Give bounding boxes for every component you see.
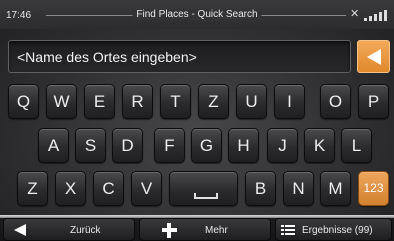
clock: 17:46 <box>6 10 32 21</box>
numeric-mode-key[interactable]: 123 <box>358 171 389 206</box>
more-label: Mehr <box>205 225 228 236</box>
key-x[interactable]: X <box>55 171 86 206</box>
key-e[interactable]: E <box>84 84 115 119</box>
back-label: Zurück <box>70 225 101 236</box>
key-f[interactable]: F <box>154 128 185 163</box>
key-o[interactable]: O <box>320 84 351 119</box>
key-b[interactable]: B <box>245 171 276 206</box>
results-label: Ergebnisse (99) <box>302 225 373 236</box>
key-u[interactable]: U <box>236 84 267 119</box>
key-c[interactable]: C <box>93 171 124 206</box>
key-h[interactable]: H <box>228 128 259 163</box>
signal-bar <box>374 14 377 21</box>
results-button[interactable]: Ergebnisse (99) <box>275 218 392 241</box>
key-l[interactable]: L <box>341 128 372 163</box>
backspace-button[interactable] <box>357 40 390 73</box>
signal-bar <box>379 12 382 21</box>
quick-search-screen: 17:46 Find Places - Quick Search ✕ Q W E… <box>0 0 394 241</box>
key-r[interactable]: R <box>122 84 153 119</box>
satellite-icon: ✕ <box>350 8 360 20</box>
plus-icon <box>162 223 177 238</box>
key-n[interactable]: N <box>283 171 314 206</box>
backspace-arrow-icon <box>367 49 381 65</box>
space-bar-icon <box>194 193 218 199</box>
key-t[interactable]: T <box>160 84 191 119</box>
list-icon <box>281 225 295 235</box>
search-field[interactable] <box>8 40 351 73</box>
bottom-bar: Zurück Mehr Ergebnisse (99) <box>0 215 394 241</box>
signal-bar <box>384 10 387 21</box>
key-v[interactable]: V <box>131 171 162 206</box>
key-m[interactable]: M <box>320 171 351 206</box>
key-z[interactable]: Z <box>198 84 229 119</box>
back-button[interactable]: Zurück <box>3 218 135 241</box>
search-input[interactable] <box>17 49 342 65</box>
key-g[interactable]: G <box>191 128 222 163</box>
key-p[interactable]: P <box>358 84 389 119</box>
more-button[interactable]: Mehr <box>139 218 271 241</box>
signal-bars-icon <box>364 18 367 21</box>
space-key[interactable] <box>169 171 238 206</box>
key-s[interactable]: S <box>75 128 106 163</box>
key-k[interactable]: K <box>304 128 335 163</box>
key-w[interactable]: W <box>46 84 77 119</box>
status-bar: 17:46 Find Places - Quick Search ✕ <box>0 0 394 29</box>
key-z-bottom[interactable]: Z <box>17 171 48 206</box>
back-arrow-icon <box>14 224 26 236</box>
screen-title: Find Places - Quick Search <box>132 9 262 20</box>
key-a[interactable]: A <box>38 128 69 163</box>
key-i[interactable]: I <box>274 84 305 119</box>
key-d[interactable]: D <box>112 128 143 163</box>
key-j[interactable]: J <box>267 128 298 163</box>
signal-bar <box>369 16 372 21</box>
gps-status: ✕ <box>350 8 388 21</box>
key-q[interactable]: Q <box>8 84 39 119</box>
